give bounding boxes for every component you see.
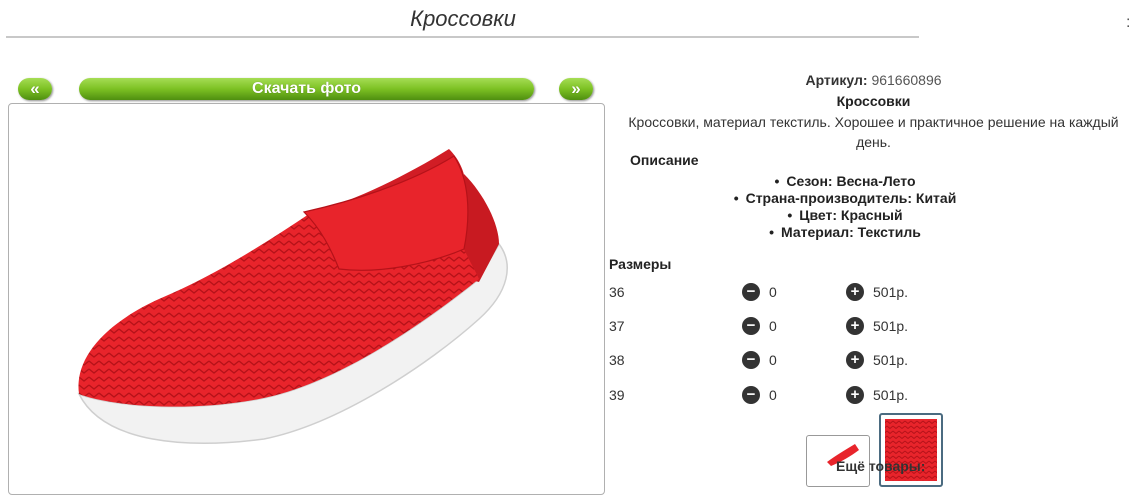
- next-photo-button[interactable]: »: [559, 78, 593, 100]
- plus-circle-icon[interactable]: +: [846, 317, 864, 335]
- plus-circle-icon[interactable]: +: [846, 283, 864, 301]
- feature-item: Цвет: Красный: [615, 207, 1075, 224]
- feature-item: Страна-производитель: Китай: [615, 190, 1075, 207]
- thumbnail-2[interactable]: [879, 413, 943, 487]
- price-value: 501р.: [873, 352, 909, 368]
- title-divider: [6, 36, 919, 38]
- feature-item: Сезон: Весна-Лето: [615, 173, 1075, 190]
- description-heading: Описание: [630, 152, 699, 168]
- minus-circle-icon[interactable]: −: [742, 283, 760, 301]
- product-description: Кроссовки, материал текстиль. Хорошее и …: [628, 114, 1119, 150]
- minus-circle-icon[interactable]: −: [742, 386, 760, 404]
- minus-circle-icon[interactable]: −: [742, 317, 760, 335]
- more-goods-label: Ещё товары:: [836, 458, 926, 474]
- quantity-value: 0: [769, 352, 777, 368]
- product-photo[interactable]: [8, 103, 605, 495]
- size-row: 36 − 0 + 501р.: [609, 282, 1059, 302]
- price-value: 501р.: [873, 284, 909, 300]
- plus-circle-icon[interactable]: +: [846, 386, 864, 404]
- size-label: 37: [609, 318, 625, 334]
- prev-photo-button[interactable]: «: [18, 78, 52, 100]
- download-photo-button[interactable]: Скачать фото: [79, 78, 534, 100]
- size-label: 36: [609, 284, 625, 300]
- size-label: 38: [609, 352, 625, 368]
- shoe-image: [77, 149, 508, 444]
- quantity-value: 0: [769, 318, 777, 334]
- sku-label: Артикул:: [805, 72, 868, 88]
- size-label: 39: [609, 387, 625, 403]
- page-title: Кроссовки: [410, 6, 516, 31]
- size-row: 37 − 0 + 501р.: [609, 316, 1059, 336]
- sku-line: Артикул: 961660896: [615, 72, 1132, 88]
- minus-circle-icon[interactable]: −: [742, 351, 760, 369]
- feature-list: Сезон: Весна-Лето Страна-производитель: …: [615, 173, 1075, 241]
- quantity-value: 0: [769, 284, 777, 300]
- product-name: Кроссовки: [836, 93, 911, 109]
- edge-mark: :: [1126, 14, 1131, 31]
- thumbnail-knit-image: [885, 419, 937, 481]
- quantity-value: 0: [769, 387, 777, 403]
- sku-value: 961660896: [871, 72, 942, 88]
- price-value: 501р.: [873, 387, 909, 403]
- sizes-heading: Размеры: [609, 256, 672, 272]
- price-value: 501р.: [873, 318, 909, 334]
- plus-circle-icon[interactable]: +: [846, 351, 864, 369]
- size-row: 39 − 0 + 501р.: [609, 385, 1059, 405]
- size-row: 38 − 0 + 501р.: [609, 350, 1059, 370]
- feature-item: Материал: Текстиль: [615, 224, 1075, 241]
